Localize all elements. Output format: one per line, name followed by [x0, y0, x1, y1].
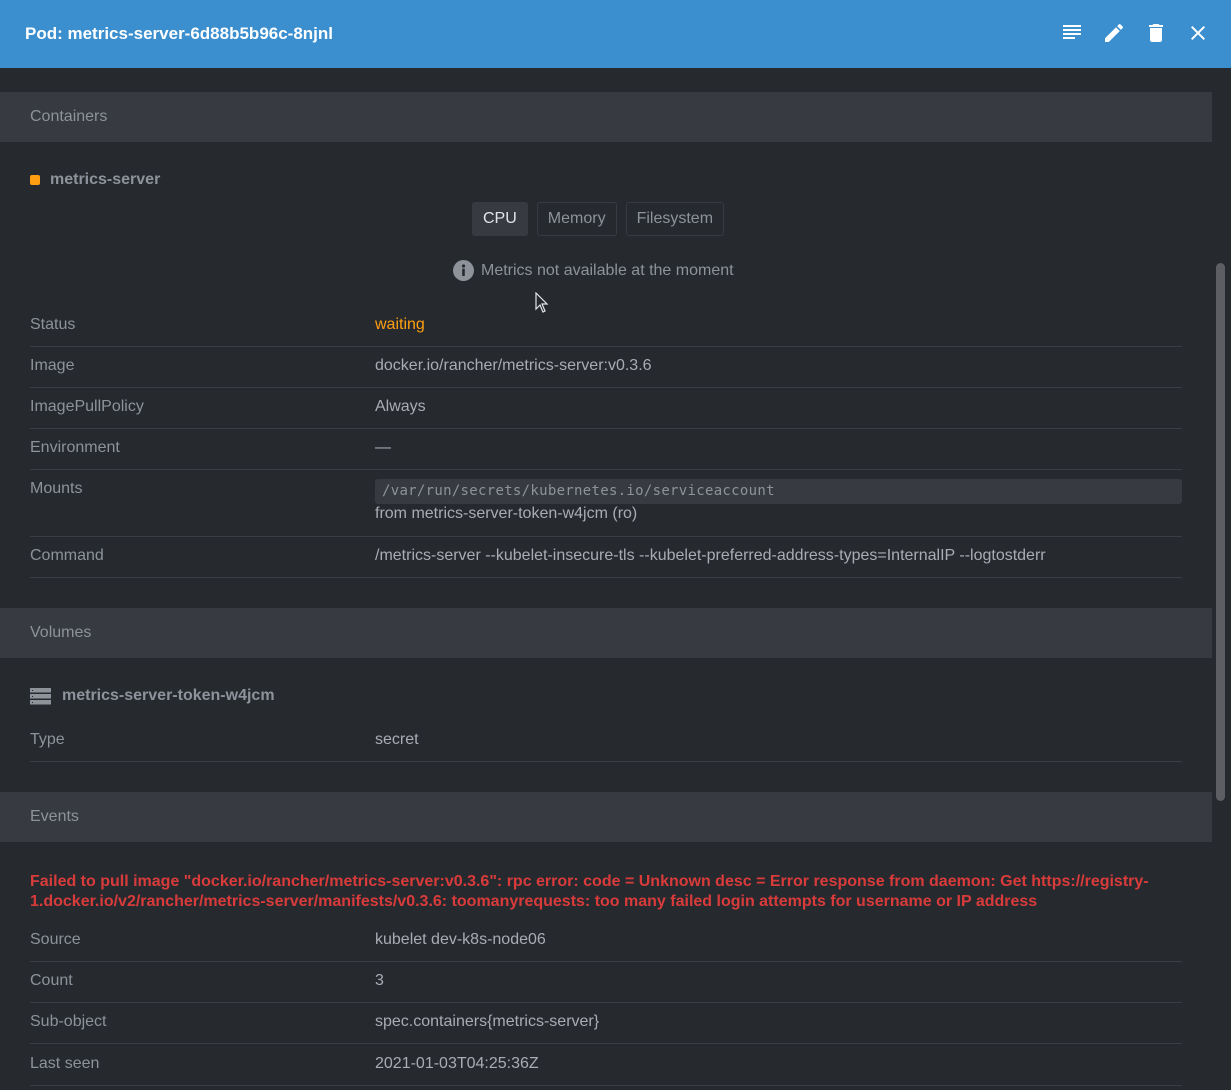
- info-icon: [453, 260, 474, 281]
- metrics-unavailable-note: Metrics not available at the moment: [453, 260, 734, 281]
- field-label: Image: [30, 357, 75, 374]
- pod-detail-content: Containers metrics-server CPU Memory Fil…: [0, 68, 1212, 1090]
- last-seen-value: 2021-01-03T04:25:36Z: [375, 1055, 539, 1072]
- mount-path: /var/run/secrets/kubernetes.io/serviceac…: [375, 479, 1182, 504]
- tab-memory[interactable]: Memory: [536, 202, 617, 236]
- field-label: Source: [30, 931, 81, 948]
- pencil-icon: [1105, 23, 1124, 42]
- field-sub-object: Sub-object spec.containers{metrics-serve…: [30, 1002, 1182, 1044]
- delete-button[interactable]: [1137, 14, 1175, 52]
- mounts-value: /var/run/secrets/kubernetes.io/serviceac…: [375, 479, 1182, 523]
- metrics-tabs: CPU Memory Filesystem: [472, 202, 725, 236]
- volumes-section-title: Volumes: [30, 624, 92, 641]
- field-label: Sub-object: [30, 1013, 107, 1030]
- count-value: 3: [375, 972, 384, 989]
- field-label: Command: [30, 547, 104, 564]
- header-actions: [1053, 14, 1217, 52]
- field-mounts: Mounts /var/run/secrets/kubernetes.io/se…: [30, 469, 1182, 537]
- field-label: Count: [30, 972, 73, 989]
- image-value: docker.io/rancher/metrics-server:v0.3.6: [375, 357, 652, 374]
- field-label: Type: [30, 731, 65, 748]
- mouse-cursor-icon: [535, 292, 549, 313]
- status-value: waiting: [375, 316, 425, 333]
- volumes-section-header: Volumes: [0, 608, 1212, 658]
- tab-filesystem[interactable]: Filesystem: [625, 202, 725, 236]
- source-value: kubelet dev-k8s-node06: [375, 931, 546, 948]
- events-section-title: Events: [30, 808, 79, 825]
- vertical-scrollbar[interactable]: [1216, 263, 1225, 801]
- storage-icon: [30, 687, 51, 704]
- event-error-message: Failed to pull image "docker.io/rancher/…: [30, 873, 1149, 910]
- field-last-seen: Last seen 2021-01-03T04:25:36Z: [30, 1043, 1182, 1086]
- edit-button[interactable]: [1095, 14, 1133, 52]
- environment-value: —: [375, 439, 391, 456]
- field-environment: Environment —: [30, 428, 1182, 470]
- mount-source: from metrics-server-token-w4jcm (ro): [375, 505, 638, 522]
- field-count: Count 3: [30, 961, 1182, 1003]
- volume-type-value: secret: [375, 731, 419, 748]
- command-value: /metrics-server --kubelet-insecure-tls -…: [375, 547, 1046, 564]
- field-label: Last seen: [30, 1055, 100, 1072]
- sub-object-value: spec.containers{metrics-server}: [375, 1013, 600, 1030]
- field-volume-type: Type secret: [30, 721, 1182, 762]
- field-label: Environment: [30, 439, 120, 456]
- page-title: Pod: metrics-server-6d88b5b96c-8njnl: [25, 24, 334, 43]
- tab-cpu[interactable]: CPU: [472, 202, 528, 236]
- trash-icon: [1149, 24, 1163, 42]
- container-status-dot: [30, 175, 40, 185]
- containers-section-header: Containers: [0, 92, 1212, 142]
- field-image: Image docker.io/rancher/metrics-server:v…: [30, 346, 1182, 388]
- events-section-header: Events: [0, 792, 1212, 842]
- field-source: Source kubelet dev-k8s-node06: [30, 920, 1182, 962]
- metrics-message: Metrics not available at the moment: [481, 261, 734, 279]
- container-name: metrics-server: [50, 171, 161, 188]
- field-label: Status: [30, 316, 76, 333]
- field-image-pull-policy: ImagePullPolicy Always: [30, 387, 1182, 429]
- field-status: Status waiting: [30, 312, 1182, 347]
- close-button[interactable]: [1179, 14, 1217, 52]
- logs-button[interactable]: [1053, 14, 1091, 52]
- volume-name: metrics-server-token-w4jcm: [62, 687, 275, 704]
- container-title: metrics-server: [30, 171, 160, 189]
- pod-detail-header: Pod: metrics-server-6d88b5b96c-8njnl: [0, 0, 1231, 68]
- field-command: Command /metrics-server --kubelet-insecu…: [30, 536, 1182, 578]
- field-label: Mounts: [30, 480, 83, 497]
- pull-policy-value: Always: [375, 398, 426, 415]
- field-label: ImagePullPolicy: [30, 398, 144, 415]
- containers-section-title: Containers: [30, 108, 108, 125]
- close-icon: [1191, 26, 1205, 40]
- volume-title: metrics-server-token-w4jcm: [30, 687, 275, 705]
- list-icon: [1063, 25, 1081, 39]
